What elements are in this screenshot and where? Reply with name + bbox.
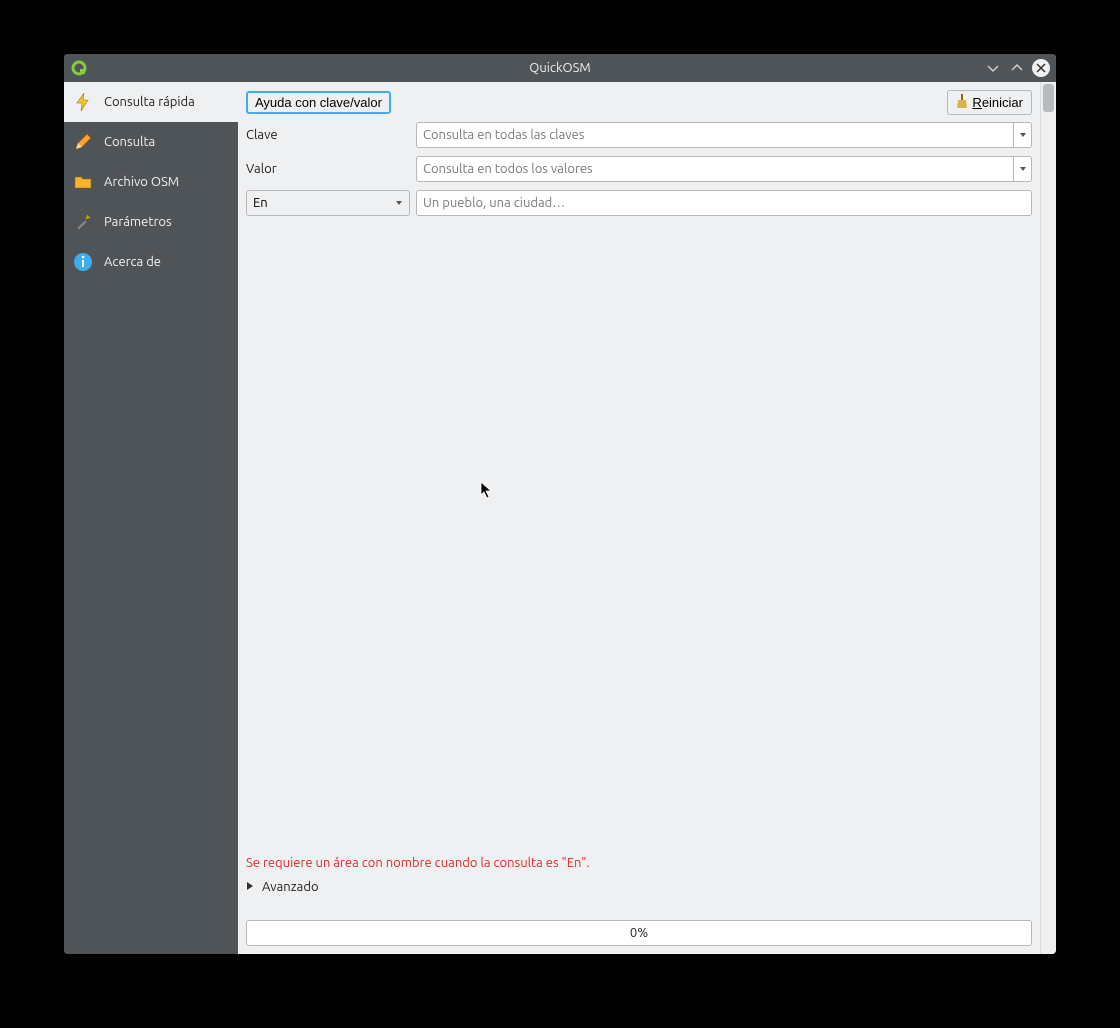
maximize-button[interactable] [1008,59,1026,77]
triangle-right-icon [246,880,254,894]
vertical-scrollbar[interactable] [1040,82,1056,954]
info-icon [72,251,94,273]
chevron-down-icon [395,196,403,210]
error-message: Se requiere un área con nombre cuando la… [246,856,1032,870]
tools-icon [72,211,94,233]
sidebar-item-label: Acerca de [104,255,161,269]
place-input[interactable]: Un pueblo, una ciudad… [416,190,1032,216]
sidebar-item-quick-query[interactable]: Consulta rápida [64,82,238,122]
sidebar-item-label: Consulta [104,135,155,149]
window-title: QuickOSM [64,61,1056,75]
key-combobox[interactable]: Consulta en todas las claves [416,122,1032,148]
lightning-icon [72,91,94,113]
titlebar: QuickOSM [64,54,1056,82]
qgis-icon [70,59,88,77]
advanced-expander[interactable]: Avanzado [246,876,1032,898]
scrollbar-thumb[interactable] [1043,84,1054,112]
quickosm-window: QuickOSM Consulta rápida [64,54,1056,954]
help-key-value-button[interactable]: Ayuda con clave/valor [246,91,391,114]
sidebar-item-label: Archivo OSM [104,175,179,189]
sidebar: Consulta rápida Consulta Archivo OSM Par… [64,82,238,954]
close-button[interactable] [1032,59,1050,77]
progress-bar: 0% [246,920,1032,946]
sidebar-item-parameters[interactable]: Parámetros [64,202,238,242]
key-label: Clave [246,128,410,142]
chevron-down-icon[interactable] [1013,157,1031,181]
pencil-icon [72,131,94,153]
sidebar-item-label: Consulta rápida [104,95,195,109]
folder-icon [72,171,94,193]
sidebar-item-about[interactable]: Acerca de [64,242,238,282]
broom-icon [956,94,968,111]
sidebar-item-label: Parámetros [104,215,172,229]
scope-select[interactable]: En [246,190,410,216]
value-label: Valor [246,162,410,176]
sidebar-item-osm-file[interactable]: Archivo OSM [64,162,238,202]
chevron-down-icon[interactable] [1013,123,1031,147]
reset-button[interactable]: Reiniciar [947,90,1032,115]
minimize-button[interactable] [984,59,1002,77]
value-combobox[interactable]: Consulta en todos los valores [416,156,1032,182]
content-panel: Ayuda con clave/valor Reiniciar Clave Co… [238,82,1040,954]
sidebar-item-query[interactable]: Consulta [64,122,238,162]
